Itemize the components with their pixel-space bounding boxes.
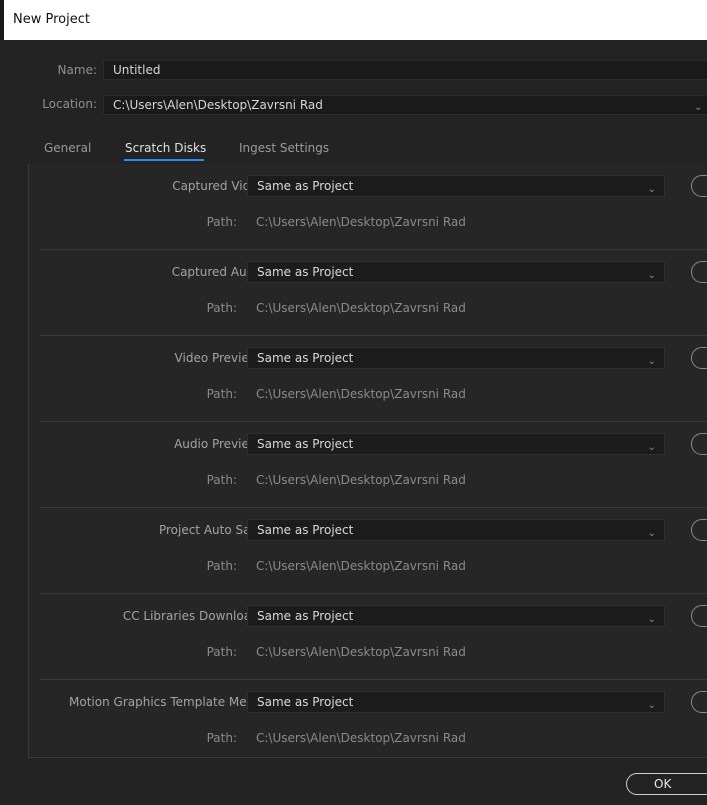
path-value: C:\Users\Alen\Desktop\Zavrsni Rad (256, 559, 466, 573)
chevron-down-icon: ⌄ (694, 102, 703, 113)
path-value: C:\Users\Alen\Desktop\Zavrsni Rad (256, 215, 466, 229)
path-value: C:\Users\Alen\Desktop\Zavrsni Rad (256, 301, 466, 315)
path-label: Path: (206, 645, 237, 659)
path-label: Path: (206, 559, 237, 573)
browse-button[interactable] (691, 261, 707, 283)
select-value: Same as Project (257, 179, 354, 193)
tab-scratch-disks[interactable]: Scratch Disks (125, 141, 206, 155)
location-select[interactable]: C:\Users\Alen\Desktop\Zavrsni Rad ⌄ (103, 95, 707, 115)
path-label: Path: (206, 215, 237, 229)
tab-general[interactable]: General (44, 141, 91, 155)
select-value: Same as Project (257, 265, 354, 279)
scratch-disks-panel: Captured Video: Same as Project ⌄ Path: … (28, 164, 707, 758)
browse-button[interactable] (691, 691, 707, 713)
chevron-down-icon: ⌄ (647, 614, 656, 625)
browse-button[interactable] (691, 433, 707, 455)
path-label: Path: (206, 387, 237, 401)
path-label: Path: (206, 731, 237, 745)
select-value: Same as Project (257, 695, 354, 709)
location-label: Location: (42, 97, 97, 111)
ok-button[interactable]: OK (626, 773, 707, 795)
audio-previews-select[interactable]: Same as Project ⌄ (247, 433, 665, 455)
chevron-down-icon: ⌄ (647, 184, 656, 195)
active-tab-indicator (124, 159, 204, 161)
captured-audio-select[interactable]: Same as Project ⌄ (247, 261, 665, 283)
select-value: Same as Project (257, 437, 354, 451)
motion-graphics-template-media-select[interactable]: Same as Project ⌄ (247, 691, 665, 713)
row-project-auto-save: Project Auto Save: Same as Project ⌄ Pat… (29, 508, 707, 594)
chevron-down-icon: ⌄ (647, 356, 656, 367)
browse-button[interactable] (691, 519, 707, 541)
name-input[interactable]: Untitled (103, 60, 707, 80)
chevron-down-icon: ⌄ (647, 442, 656, 453)
chevron-down-icon: ⌄ (647, 270, 656, 281)
path-label: Path: (206, 301, 237, 315)
select-value: Same as Project (257, 609, 354, 623)
row-captured-video: Captured Video: Same as Project ⌄ Path: … (29, 164, 707, 250)
browse-button[interactable] (691, 347, 707, 369)
tab-bar: General Scratch Disks Ingest Settings (0, 136, 707, 164)
row-motion-graphics-template-media: Motion Graphics Template Media: Same as … (29, 680, 707, 766)
video-previews-select[interactable]: Same as Project ⌄ (247, 347, 665, 369)
browse-button[interactable] (691, 175, 707, 197)
tab-ingest-settings[interactable]: Ingest Settings (239, 141, 329, 155)
row-video-previews: Video Previews: Same as Project ⌄ Path: … (29, 336, 707, 422)
select-value: Same as Project (257, 523, 354, 537)
window-title: New Project (13, 12, 90, 27)
path-value: C:\Users\Alen\Desktop\Zavrsni Rad (256, 387, 466, 401)
project-auto-save-select[interactable]: Same as Project ⌄ (247, 519, 665, 541)
row-label: Motion Graphics Template Media: (69, 695, 269, 709)
name-label: Name: (57, 63, 97, 77)
title-bar: New Project (0, 0, 707, 40)
location-value: C:\Users\Alen\Desktop\Zavrsni Rad (113, 98, 323, 112)
path-value: C:\Users\Alen\Desktop\Zavrsni Rad (256, 731, 466, 745)
row-audio-previews: Audio Previews: Same as Project ⌄ Path: … (29, 422, 707, 508)
select-value: Same as Project (257, 351, 354, 365)
row-cc-libraries-downloads: CC Libraries Downloads: Same as Project … (29, 594, 707, 680)
chevron-down-icon: ⌄ (647, 528, 656, 539)
path-label: Path: (206, 473, 237, 487)
captured-video-select[interactable]: Same as Project ⌄ (247, 175, 665, 197)
path-value: C:\Users\Alen\Desktop\Zavrsni Rad (256, 473, 466, 487)
chevron-down-icon: ⌄ (647, 700, 656, 711)
row-captured-audio: Captured Audio: Same as Project ⌄ Path: … (29, 250, 707, 336)
browse-button[interactable] (691, 605, 707, 627)
cc-libraries-downloads-select[interactable]: Same as Project ⌄ (247, 605, 665, 627)
title-accent (0, 0, 4, 40)
new-project-dialog: New Project Name: Untitled Location: C:\… (0, 0, 707, 805)
path-value: C:\Users\Alen\Desktop\Zavrsni Rad (256, 645, 466, 659)
